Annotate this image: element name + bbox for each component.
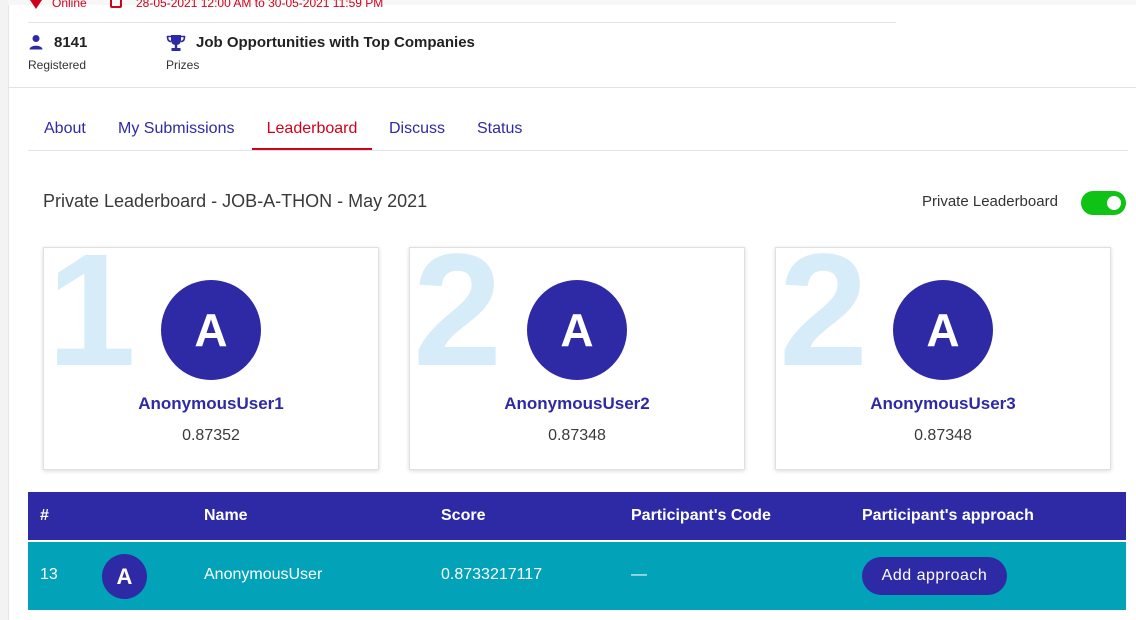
private-leaderboard-toggle[interactable] xyxy=(1081,191,1126,215)
row-user-name: AnonymousUser xyxy=(204,566,323,583)
row-code: — xyxy=(631,566,647,583)
column-header-approach: Participant's approach xyxy=(862,507,1034,524)
column-header-score: Score xyxy=(441,507,486,524)
avatar: A xyxy=(893,280,993,380)
podium-card-third: 2 A AnonymousUser3 0.87348 xyxy=(775,247,1111,470)
add-approach-button[interactable]: Add approach xyxy=(862,557,1007,595)
private-leaderboard-label: Private Leaderboard xyxy=(922,193,1058,210)
row-score: 0.8733217117 xyxy=(441,566,543,583)
registered-label: Registered xyxy=(28,58,87,72)
podium-user-name[interactable]: AnonymousUser1 xyxy=(44,394,378,414)
user-icon xyxy=(28,34,44,55)
tab-discuss[interactable]: Discuss xyxy=(389,112,445,150)
rank-watermark: 1 xyxy=(47,247,136,399)
podium-user-name[interactable]: AnonymousUser2 xyxy=(410,394,744,414)
rank-watermark: 2 xyxy=(413,247,502,399)
podium-user-score: 0.87348 xyxy=(548,427,606,444)
contest-tabs: About My Submissions Leaderboard Discuss… xyxy=(28,112,1128,151)
tab-leaderboard[interactable]: Leaderboard xyxy=(252,112,372,150)
podium-user-name[interactable]: AnonymousUser3 xyxy=(776,394,1110,414)
location-pin-icon xyxy=(30,0,42,9)
podium-card-first: 1 A AnonymousUser1 0.87352 xyxy=(43,247,379,470)
event-meta-row: Online 28-05-2021 12:00 AM to 30-05-2021… xyxy=(28,0,896,23)
podium-card-second: 2 A AnonymousUser2 0.87348 xyxy=(409,247,745,470)
leaderboard-table-header: # Name Score Participant's Code Particip… xyxy=(28,492,1126,540)
column-header-code: Participant's Code xyxy=(631,507,771,524)
column-header-rank: # xyxy=(40,507,49,524)
calendar-icon xyxy=(110,0,122,8)
registered-count: 8141 xyxy=(54,34,88,51)
header-divider xyxy=(8,87,1136,88)
avatar: A xyxy=(102,554,147,599)
table-row: 13 A AnonymousUser 0.8733217117 — Add ap… xyxy=(28,542,1126,610)
event-dates: 28-05-2021 12:00 AM to 30-05-2021 11:59 … xyxy=(136,0,384,10)
left-panel-edge xyxy=(0,0,9,620)
tab-status[interactable]: Status xyxy=(477,112,522,150)
podium-user-score: 0.87348 xyxy=(914,427,972,444)
trophy-icon xyxy=(166,34,186,57)
tab-my-submissions[interactable]: My Submissions xyxy=(118,112,234,150)
podium-user-score: 0.87352 xyxy=(182,427,240,444)
column-header-name: Name xyxy=(204,507,248,524)
rank-watermark: 2 xyxy=(779,247,868,399)
prize-label: Prizes xyxy=(166,58,200,72)
event-mode: Online xyxy=(52,0,87,10)
avatar: A xyxy=(527,280,627,380)
row-rank: 13 xyxy=(40,566,58,583)
avatar: A xyxy=(161,280,261,380)
tab-about[interactable]: About xyxy=(44,112,86,150)
leaderboard-title: Private Leaderboard - JOB-A-THON - May 2… xyxy=(43,191,428,211)
toggle-knob xyxy=(1107,196,1121,210)
prize-text: Job Opportunities with Top Companies xyxy=(196,34,475,51)
